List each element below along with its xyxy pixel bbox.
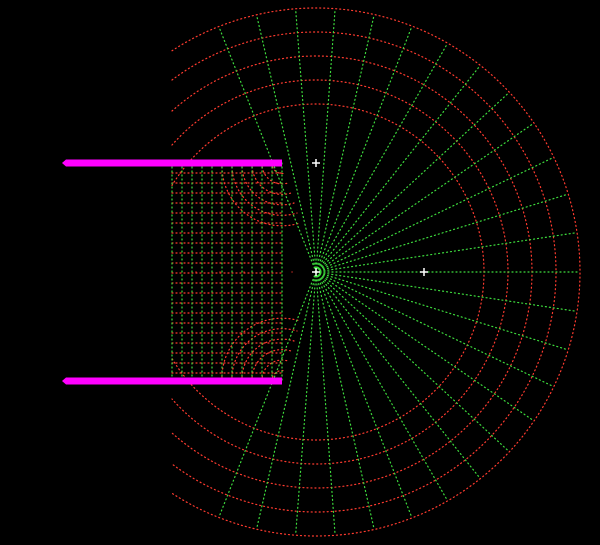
top-plate: [62, 159, 282, 167]
background: [0, 0, 600, 545]
bottom-plate: [62, 377, 282, 385]
field-diagram-canvas: [0, 0, 600, 545]
